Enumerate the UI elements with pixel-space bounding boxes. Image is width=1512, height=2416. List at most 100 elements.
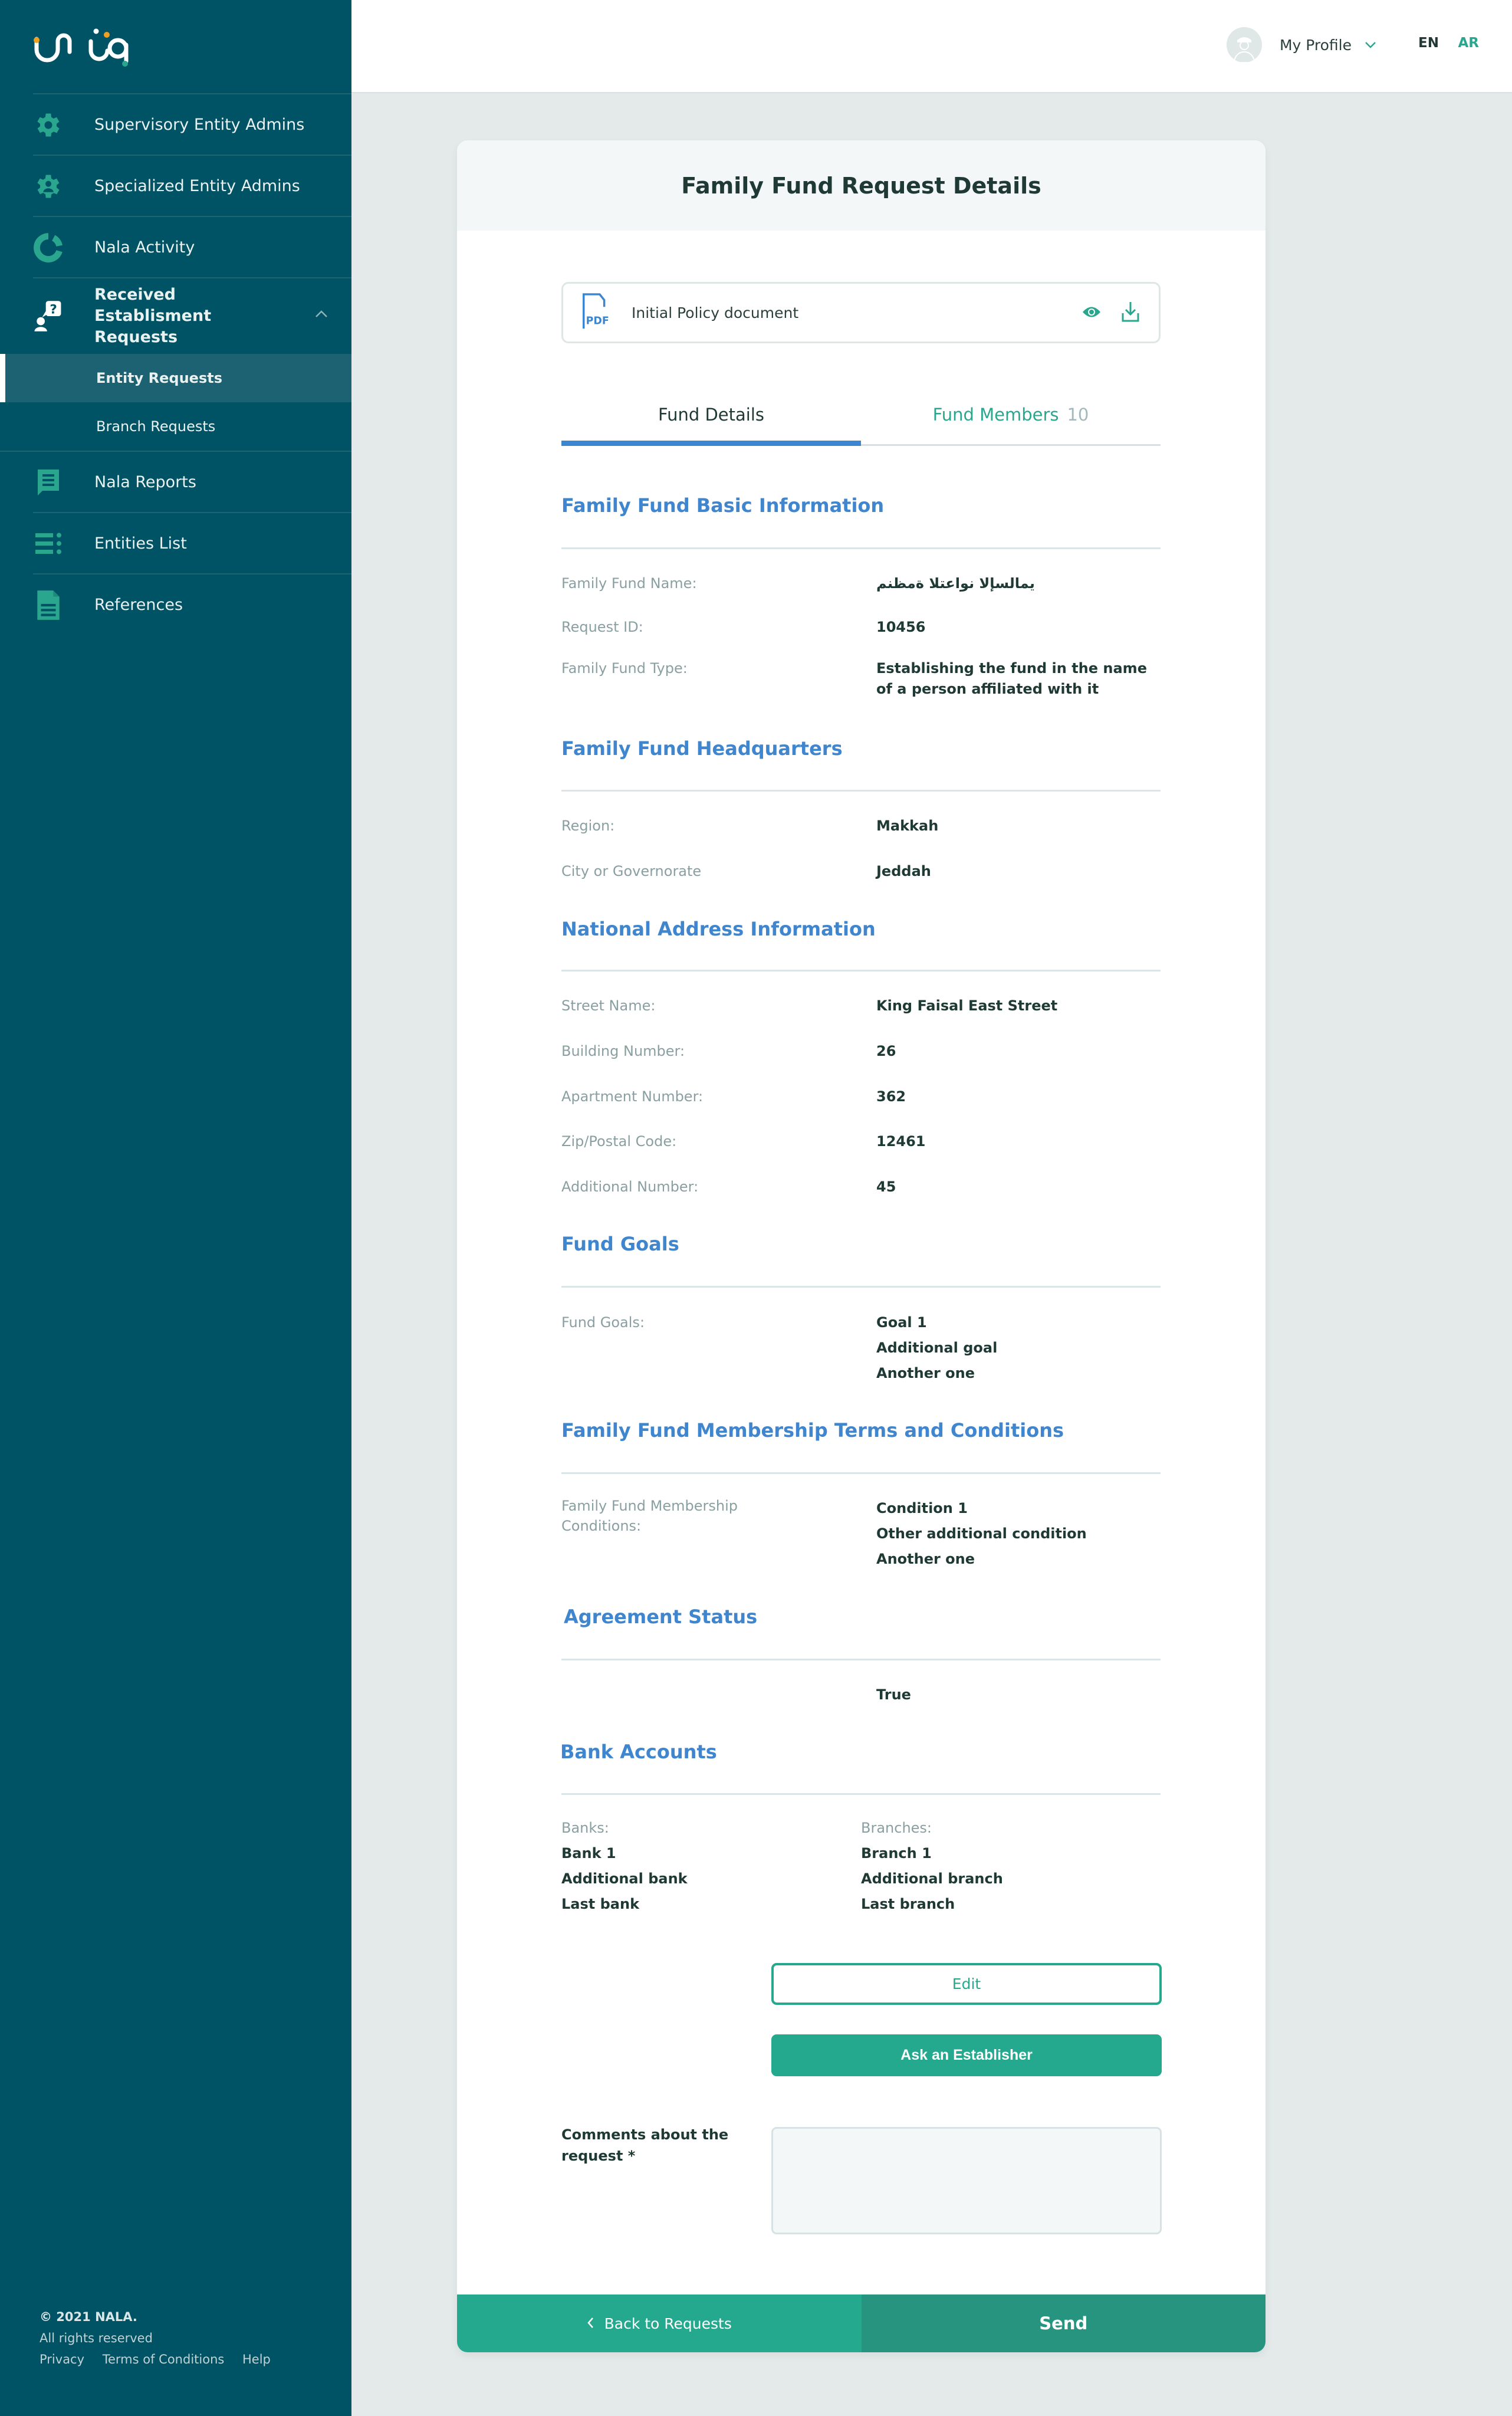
sidebar: Supervisory Entity Admins Specialized En… (0, 0, 351, 2416)
list-item: Last bank (561, 1896, 640, 1912)
field-row: Additional Number: 45 (561, 1174, 1161, 1199)
sidebar-item-nala-reports[interactable]: Nala Reports (0, 452, 351, 513)
section-title-basic-info: Family Fund Basic Information (561, 494, 885, 517)
field-value: 12461 (876, 1133, 926, 1150)
list-item: Another one (876, 1365, 975, 1381)
field-value: 26 (876, 1043, 896, 1059)
section-divider (561, 790, 1161, 792)
field-row: Fund Goals: Goal 1 Additional goal Anoth… (561, 1310, 1161, 1386)
field-value: Establishing the fund in the name of a p… (876, 660, 1147, 697)
field-value: Jeddah (876, 863, 931, 879)
field-value: 10456 (876, 619, 926, 635)
document-name: Initial Policy document (632, 304, 799, 321)
chevron-left-icon (587, 2315, 594, 2332)
donut-chart-icon (33, 232, 64, 263)
document-attachment: PDF Initial Policy document (561, 282, 1161, 343)
language-ar[interactable]: AR (1458, 35, 1479, 51)
privacy-link[interactable]: Privacy (40, 2352, 84, 2366)
list-item: Additional branch (861, 1870, 1003, 1887)
field-label: Request ID: (561, 619, 643, 635)
list-item: Goal 1 (876, 1314, 927, 1331)
field-row: Family Fund Membership Conditions: Condi… (561, 1496, 1161, 1572)
field-label: Family Fund Name: (561, 575, 697, 592)
sidebar-item-label: Nala Activity (94, 238, 195, 257)
branches-label: Branches: (861, 1820, 932, 1836)
sidebar-item-label: References (94, 596, 183, 614)
sidebar-item-received-establishment-requests[interactable]: ? Received Establisment Requests (0, 278, 351, 354)
sidebar-item-supervisory-entity-admins[interactable]: Supervisory Entity Admins (0, 94, 351, 156)
field-row: True (561, 1682, 1161, 1707)
section-divider (561, 1472, 1161, 1474)
back-to-requests-button[interactable]: Back to Requests (457, 2294, 862, 2352)
sidebar-subitem-branch-requests[interactable]: Branch Requests (0, 402, 351, 451)
bank-accounts: Banks: Bank 1 Additional bank Last bank … (561, 1816, 1161, 1917)
user-question-icon: ? (33, 301, 64, 331)
sidebar-item-label: Received Establisment Requests (94, 285, 212, 346)
comments-label: Comments about the request * (561, 2126, 729, 2164)
tab-label: Fund Members (932, 404, 1059, 425)
svg-text:PDF: PDF (586, 315, 609, 327)
report-chat-icon (33, 467, 64, 498)
sidebar-item-references[interactable]: References (0, 575, 351, 636)
branches-column: Branches: Branch 1 Additional branch Las… (861, 1816, 1161, 1917)
page-title: Family Fund Request Details (681, 172, 1041, 199)
field-row: Apartment Number: 362 (561, 1084, 1161, 1109)
sidebar-item-specialized-entity-admins[interactable]: Specialized Entity Admins (0, 156, 351, 217)
section-divider (561, 1659, 1161, 1660)
tab-fund-members[interactable]: Fund Members 10 (861, 387, 1161, 444)
nala-logo[interactable] (33, 24, 145, 71)
ask-establisher-button[interactable]: Ask an Establisher (771, 2034, 1162, 2076)
list-item: Another one (876, 1551, 975, 1567)
terms-link[interactable]: Terms of Conditions (103, 2352, 225, 2366)
field-value-list: Condition 1 Other additional condition A… (876, 1496, 1161, 1572)
download-icon[interactable] (1121, 301, 1140, 325)
field-label: Building Number: (561, 1043, 685, 1059)
banks-column: Banks: Bank 1 Additional bank Last bank (561, 1816, 861, 1917)
card-header: Family Fund Request Details (457, 140, 1266, 231)
sidebar-item-nala-activity[interactable]: Nala Activity (0, 217, 351, 278)
sidebar-subitem-label: Entity Requests (96, 370, 222, 386)
gear-icon (33, 110, 64, 140)
send-label: Send (1039, 2313, 1088, 2333)
copyright: © 2021 NALA. (40, 2310, 137, 2324)
eye-icon[interactable] (1082, 306, 1101, 321)
chevron-up-icon[interactable] (315, 309, 328, 320)
section-title-bank-accounts: Bank Accounts (560, 1741, 717, 1763)
field-row: Family Fund Type: Establishing the fund … (561, 658, 1161, 700)
sidebar-item-entities-list[interactable]: Entities List (0, 513, 351, 575)
field-label: Street Name: (561, 997, 656, 1014)
list-icon (33, 528, 64, 559)
list-item: Branch 1 (861, 1845, 932, 1862)
list-item: Condition 1 (876, 1500, 968, 1516)
list-item: Last branch (861, 1896, 955, 1912)
field-row: City or Governorate Jeddah (561, 859, 1161, 884)
language-en[interactable]: EN (1418, 35, 1439, 51)
field-label (561, 1682, 876, 1707)
field-value: 362 (876, 1088, 906, 1105)
field-value: 45 (876, 1179, 896, 1195)
field-label: Additional Number: (561, 1179, 699, 1195)
profile-menu[interactable]: My Profile (1226, 27, 1376, 63)
help-link[interactable]: Help (242, 2352, 271, 2366)
sidebar-subitem-entity-requests[interactable]: Entity Requests (0, 354, 351, 402)
sidebar-item-label: Specialized Entity Admins (94, 177, 300, 195)
list-item: Bank 1 (561, 1845, 616, 1862)
sidebar-item-label: Nala Reports (94, 473, 196, 491)
field-row: Zip/Postal Code: 12461 (561, 1129, 1161, 1154)
list-item: Additional bank (561, 1870, 688, 1887)
field-label: Fund Goals: (561, 1314, 645, 1331)
svg-text:?: ? (50, 303, 57, 317)
edit-button[interactable]: Edit (771, 1963, 1162, 2005)
sidebar-item-label: Supervisory Entity Admins (94, 116, 305, 134)
section-divider (561, 547, 1161, 549)
tab-fund-details[interactable]: Fund Details (561, 387, 861, 446)
section-title-agreement-status: Agreement Status (564, 1606, 758, 1628)
sidebar-subitem-label: Branch Requests (96, 418, 216, 435)
field-row: Family Fund Name: يمالسإلا نواعتلا ةمظنم (561, 571, 1161, 596)
comments-textarea[interactable] (771, 2127, 1162, 2234)
send-button[interactable]: Send (861, 2294, 1266, 2352)
agreement-status-value: True (876, 1686, 911, 1703)
list-item: Additional goal (876, 1340, 998, 1356)
field-label: Family Fund Type: (561, 660, 688, 677)
document-icon (33, 590, 64, 621)
